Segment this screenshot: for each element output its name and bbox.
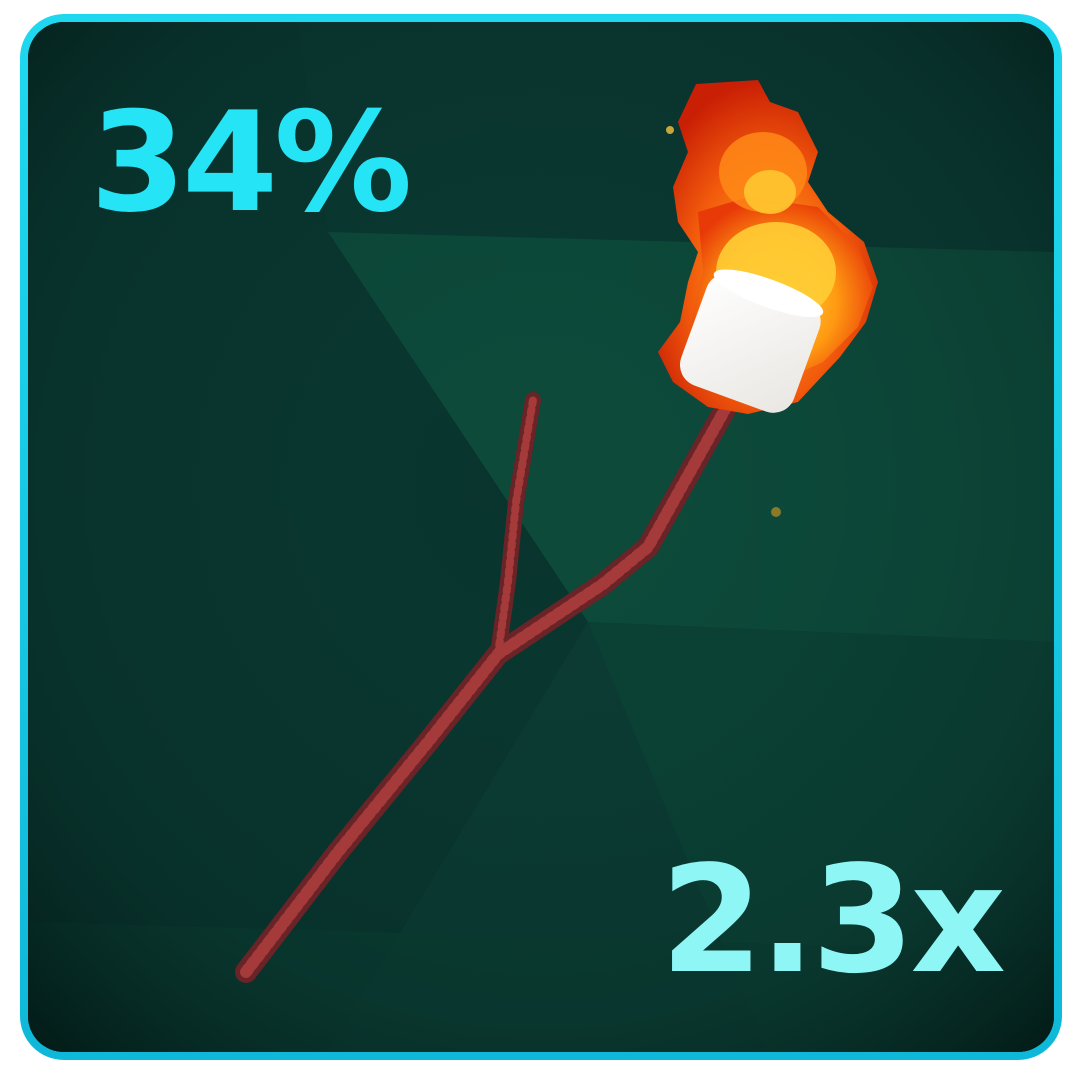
item-card-inner: 34% 2.3x bbox=[28, 22, 1054, 1052]
multiplier-label: 2.3x bbox=[660, 834, 1006, 1006]
item-card[interactable]: 34% 2.3x bbox=[20, 14, 1062, 1060]
chance-percent-label: 34% bbox=[90, 82, 412, 243]
ember-1 bbox=[666, 126, 674, 134]
ember-2 bbox=[771, 507, 781, 517]
